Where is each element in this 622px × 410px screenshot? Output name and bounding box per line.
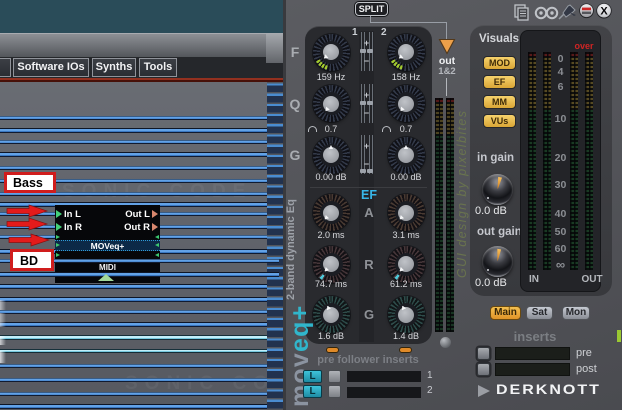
svg-text:X: X bbox=[600, 6, 608, 18]
